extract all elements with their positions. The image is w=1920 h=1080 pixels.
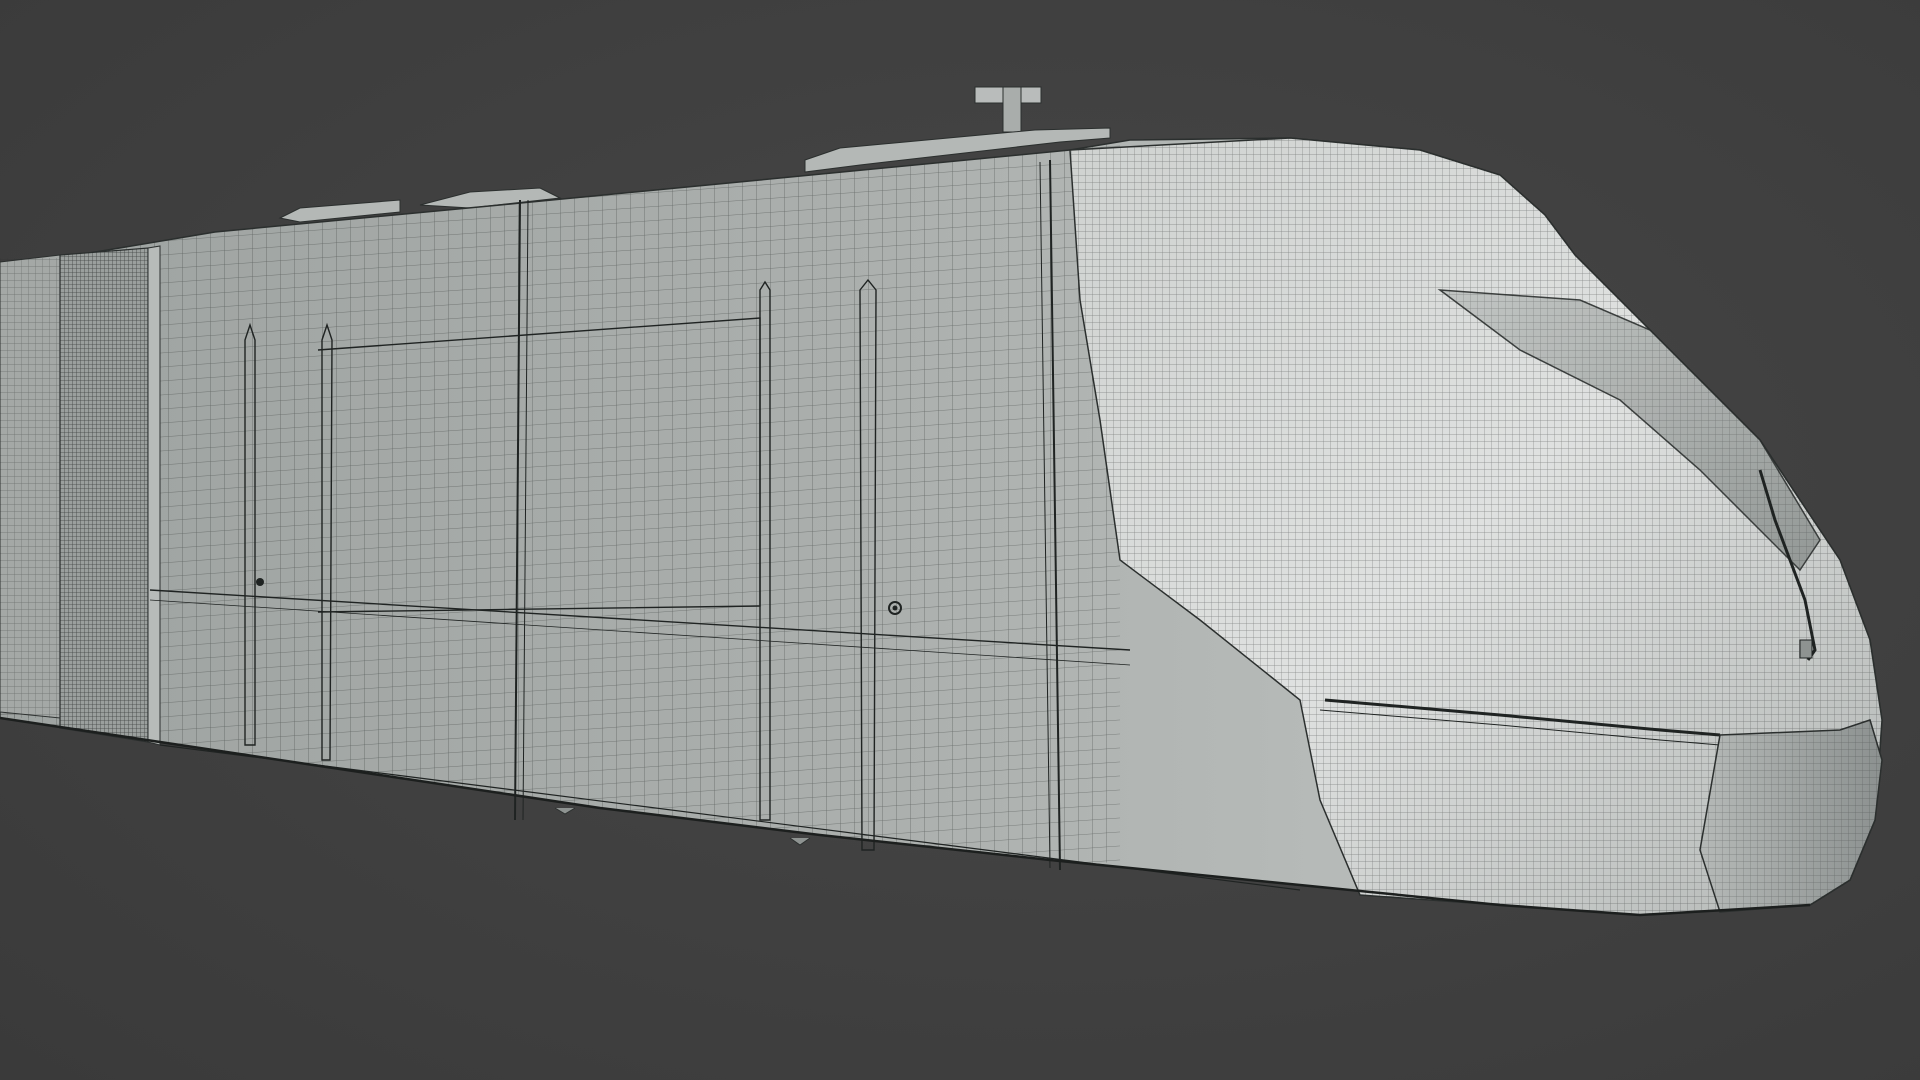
3d-viewport[interactable] <box>0 0 1920 1080</box>
model-canvas[interactable] <box>0 0 1920 1080</box>
gangway-bellows[interactable] <box>0 245 161 746</box>
nose-tip[interactable] <box>1699 719 1883 913</box>
